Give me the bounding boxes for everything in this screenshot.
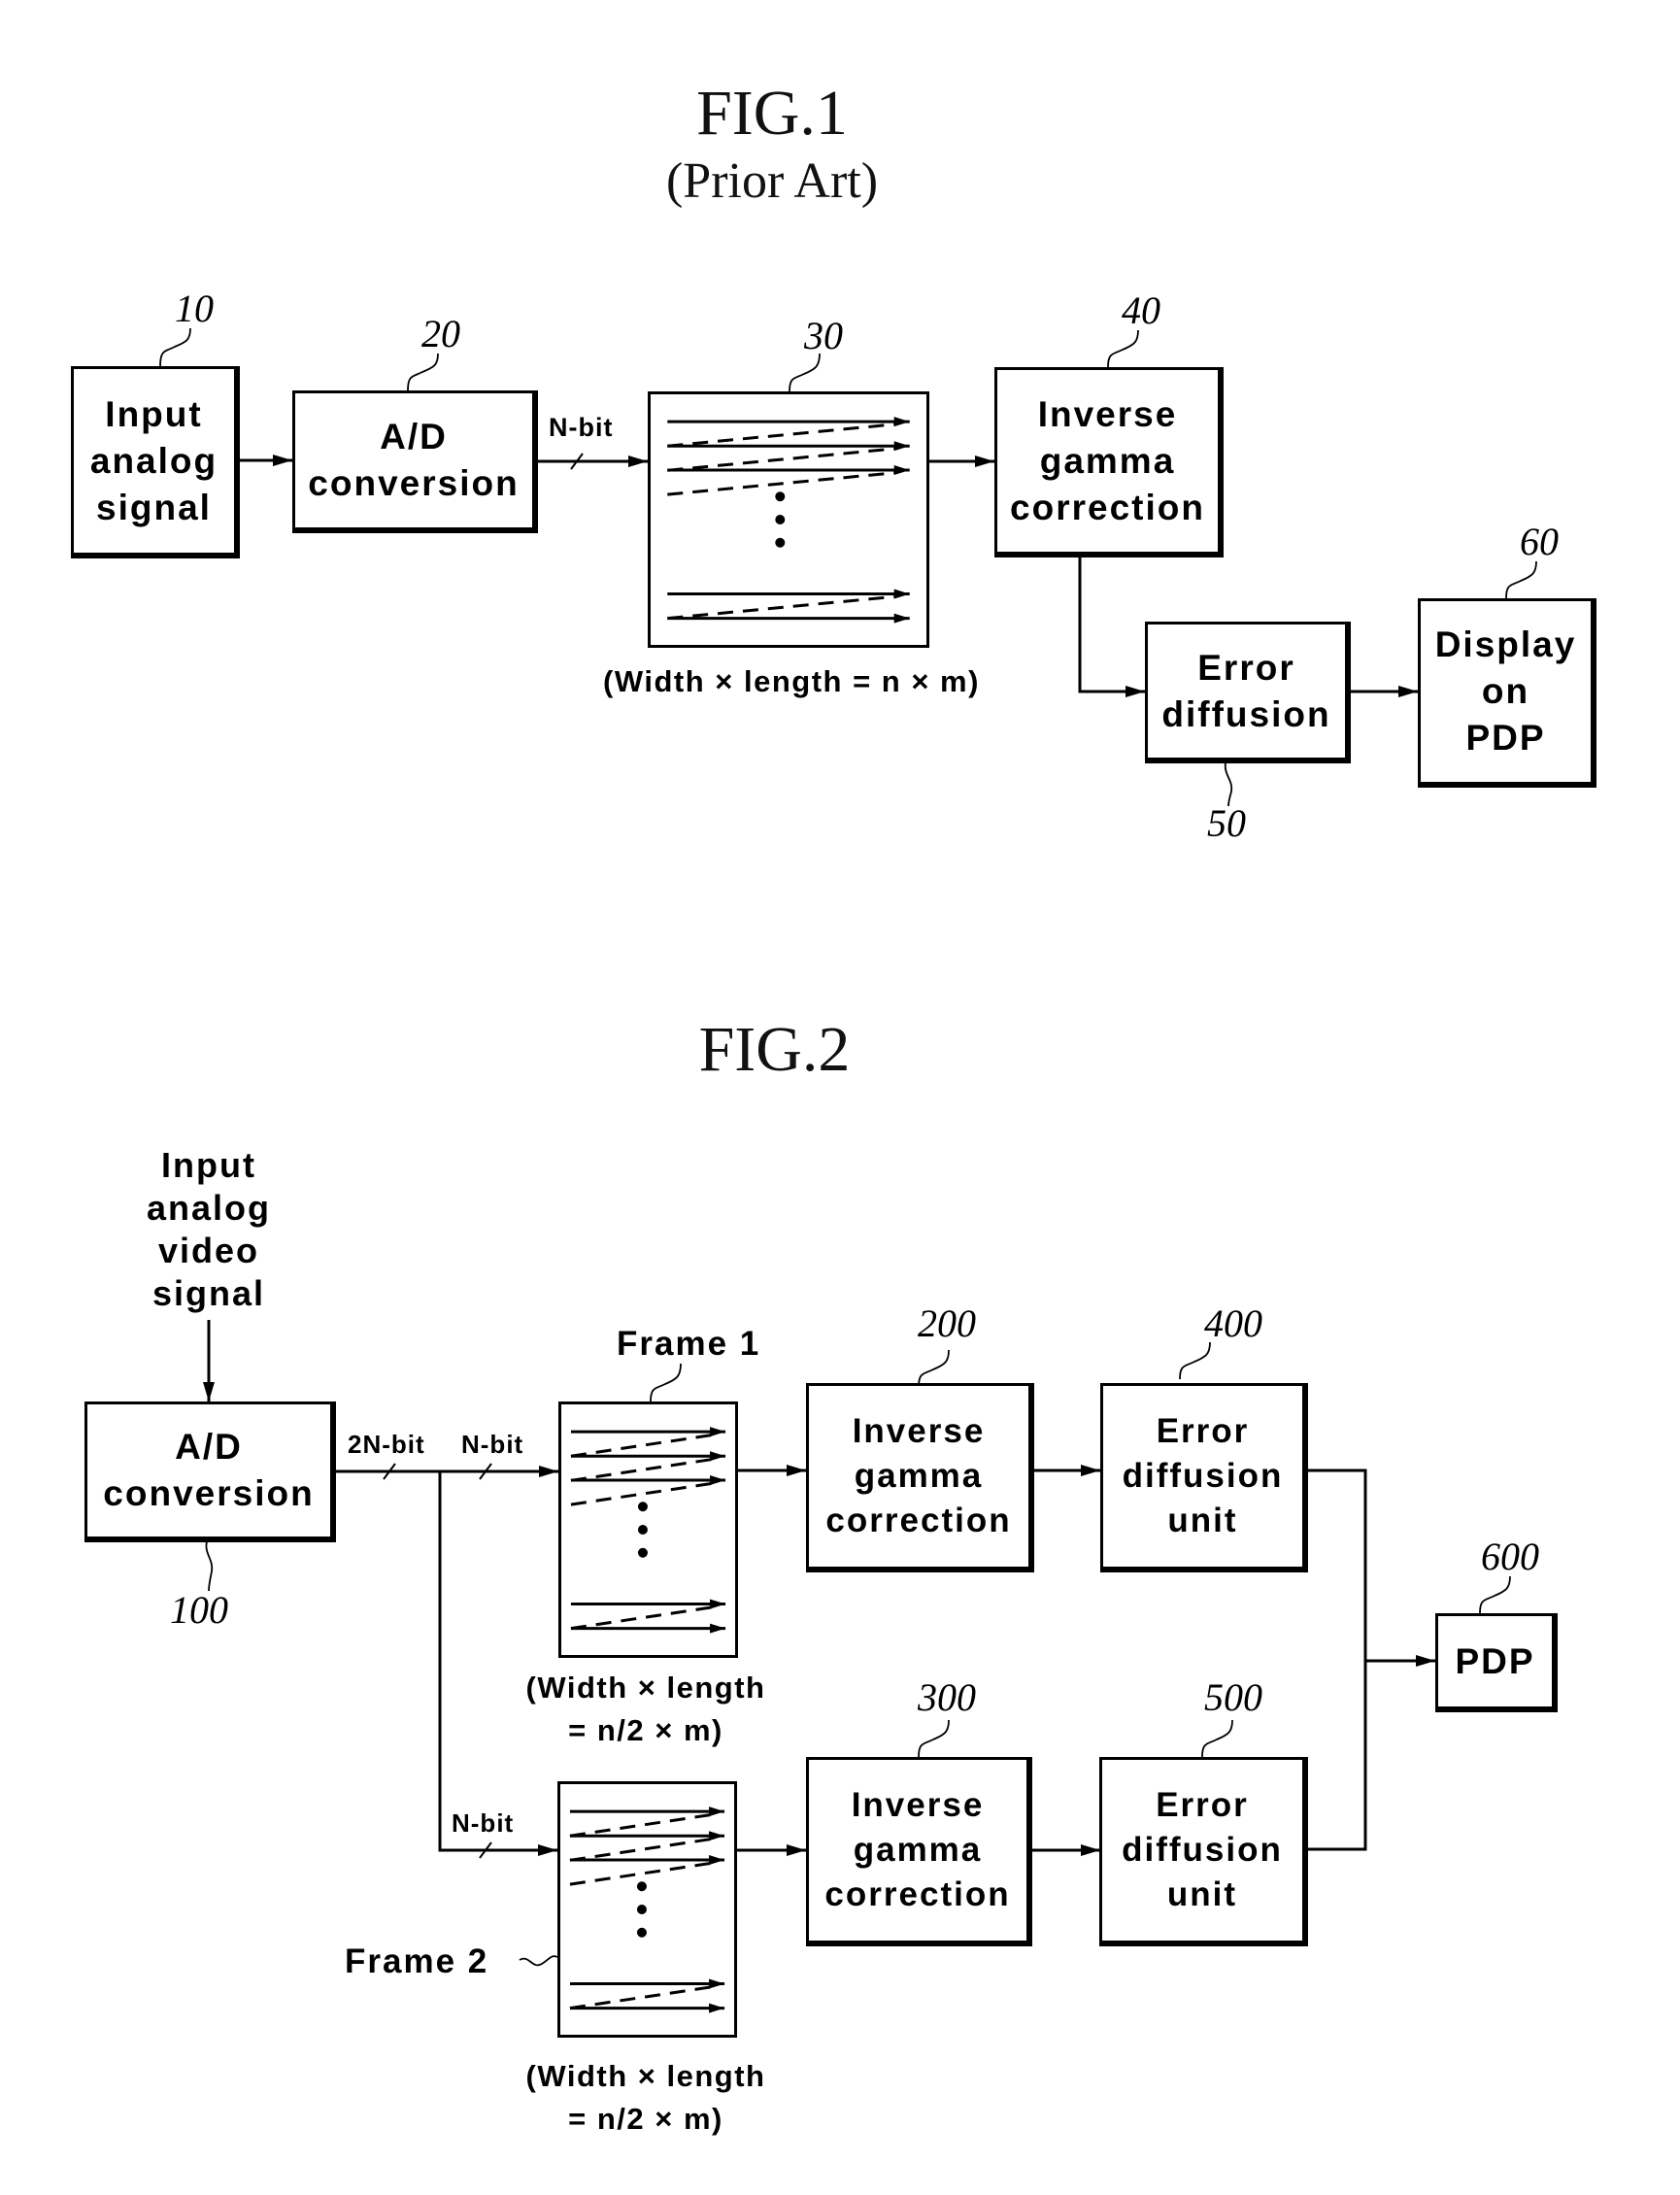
leader-600 — [1479, 1575, 1511, 1614]
block-label: A/D conversion — [308, 417, 520, 503]
leader-200 — [918, 1349, 950, 1388]
fig2-title: FIG.2 — [698, 1014, 851, 1085]
frame1-memory — [558, 1401, 738, 1658]
patent-drawing-sheet: FIG.1 (Prior Art) 10 Input analog signal… — [0, 0, 1680, 2195]
arrow-split-to-frame2 — [438, 1471, 557, 1856]
arrow-40-to-50 — [1078, 557, 1145, 697]
leader-60 — [1505, 560, 1537, 599]
frame2-memory — [557, 1781, 737, 2038]
ref-50: 50 — [1207, 801, 1246, 845]
block-label: A/D conversion — [103, 1427, 315, 1513]
ref-40: 40 — [1122, 288, 1160, 332]
block-error-diffusion-500: Error diffusion unit — [1099, 1757, 1308, 1946]
ref-400: 400 — [1204, 1301, 1262, 1345]
block-label: Input analog signal — [89, 393, 218, 527]
block-inverse-gamma-200: Inverse gamma correction — [806, 1383, 1034, 1572]
bus-label-n-bit-lower: N-bit — [452, 1808, 515, 1838]
block-error-diffusion: Error diffusion — [1145, 622, 1351, 763]
frame-memory — [648, 391, 929, 648]
frame2-label: Frame 2 — [345, 1942, 489, 1980]
ref-300: 300 — [918, 1675, 976, 1719]
leader-frame1 — [650, 1363, 682, 1402]
leader-10 — [159, 327, 191, 367]
memory-caption: (Width × length = n × m) — [603, 664, 980, 698]
ref-100: 100 — [170, 1588, 228, 1632]
block-label: Inverse gamma correction — [824, 1786, 1011, 1913]
leader-500 — [1201, 1719, 1233, 1758]
block-input-analog-signal: Input analog signal — [71, 366, 240, 558]
line-400-to-bus — [1307, 1469, 1367, 1851]
ref-500: 500 — [1204, 1675, 1262, 1719]
frame1-label: Frame 1 — [617, 1325, 761, 1363]
leader-30 — [789, 353, 821, 392]
leader-50 — [1224, 761, 1233, 807]
leader-frame2 — [519, 1955, 558, 1967]
fig1-title: FIG.1 — [696, 78, 848, 149]
leader-20 — [407, 353, 439, 391]
leader-400 — [1179, 1341, 1211, 1380]
bus-width-label: N-bit — [549, 413, 614, 442]
block-label: Display on PDP — [1434, 625, 1577, 758]
block-label: Inverse gamma correction — [1010, 393, 1205, 527]
block-error-diffusion-400: Error diffusion unit — [1100, 1383, 1308, 1572]
block-label: Inverse gamma correction — [825, 1412, 1012, 1539]
bus-label-n-bit-upper: N-bit — [461, 1430, 524, 1459]
bus-label-2n-bit: 2N-bit — [348, 1430, 425, 1459]
block-label: Error diffusion — [1161, 647, 1331, 734]
block-display-on-pdp: Display on PDP — [1418, 598, 1596, 788]
block-label: PDP — [1455, 1640, 1535, 1681]
block-pdp: PDP — [1435, 1613, 1558, 1712]
input-video-signal-label: Input analog video signal — [146, 1145, 271, 1313]
block-label: Error diffusion unit — [1122, 1786, 1283, 1913]
ref-20: 20 — [421, 312, 460, 355]
block-inverse-gamma-300: Inverse gamma correction — [806, 1757, 1032, 1946]
frame2-caption: (Width × length = n/2 × m) — [525, 2059, 766, 2136]
block-inverse-gamma-correction: Inverse gamma correction — [994, 367, 1224, 557]
block-ad-conversion: A/D conversion — [292, 390, 538, 533]
ref-200: 200 — [918, 1301, 976, 1345]
leader-300 — [918, 1719, 950, 1758]
ref-30: 30 — [804, 314, 843, 357]
ref-60: 60 — [1520, 520, 1559, 563]
fig1-subtitle: (Prior Art) — [665, 153, 879, 209]
leader-100 — [205, 1540, 214, 1592]
block-label: Error diffusion unit — [1122, 1412, 1284, 1539]
block-ad-conversion-100: A/D conversion — [84, 1401, 336, 1542]
frame1-caption: (Width × length = n/2 × m) — [525, 1671, 766, 1747]
leader-40 — [1107, 329, 1139, 368]
ref-600: 600 — [1481, 1535, 1539, 1578]
ref-10: 10 — [175, 287, 214, 330]
